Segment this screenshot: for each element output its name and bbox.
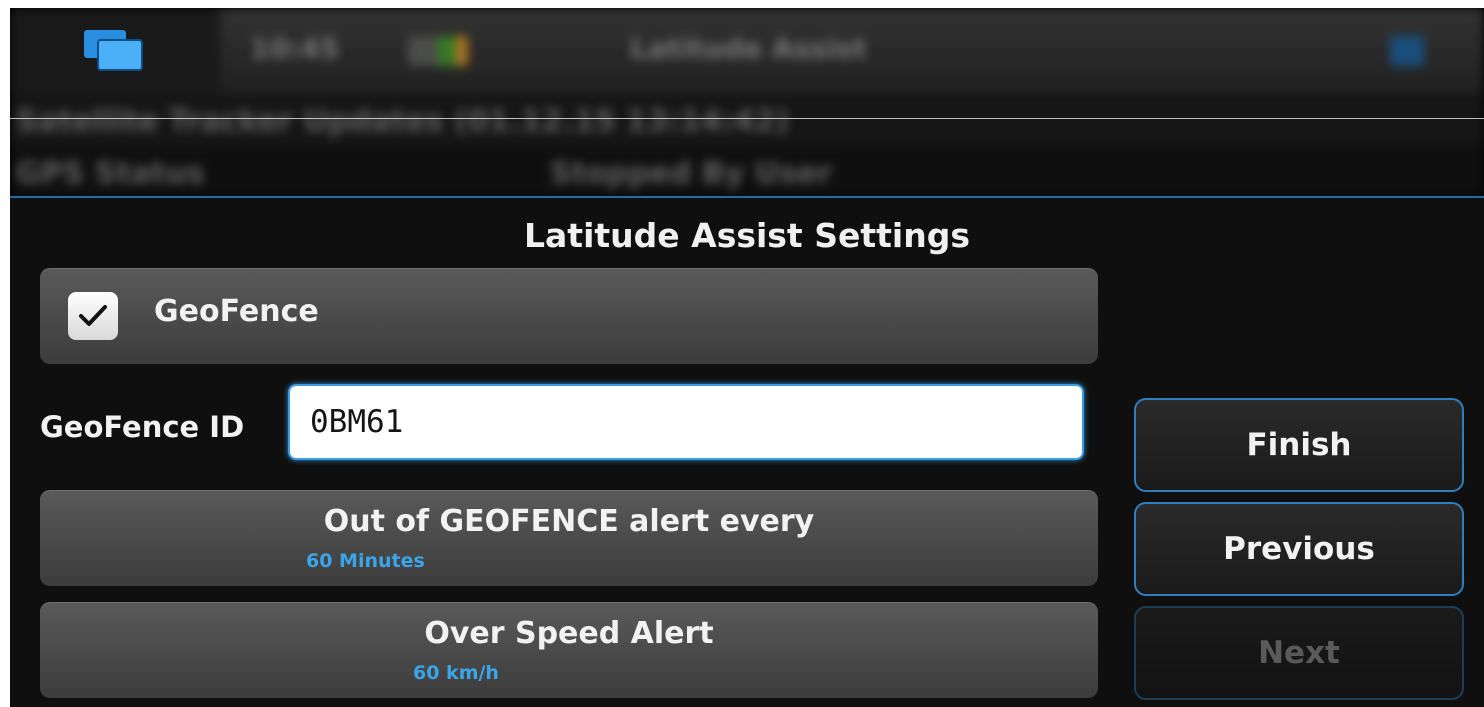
background-row-updates: Satellite Tracker Updates (01.12.15 13:1… [10, 94, 1484, 146]
out-of-geofence-alert-value: 60 Minutes [306, 550, 425, 572]
over-speed-alert-value: 60 km/h [413, 662, 499, 684]
geofence-id-input[interactable] [288, 384, 1084, 460]
dialog-title: Latitude Assist Settings [524, 216, 970, 255]
settings-dialog: Latitude Assist Settings GeoFence GeoFen… [10, 196, 1484, 707]
out-of-geofence-alert-setting[interactable]: Out of GEOFENCE alert every 60 Minutes [40, 490, 1098, 586]
over-speed-alert-setting[interactable]: Over Speed Alert 60 km/h [40, 602, 1098, 698]
geofence-checkbox-row[interactable]: GeoFence [40, 268, 1098, 364]
geofence-checkbox-label: GeoFence [154, 294, 319, 329]
finish-button[interactable]: Finish [1134, 398, 1464, 492]
background-row-gps: GPS Status Stopped By User [10, 146, 1484, 198]
geofence-checkbox[interactable] [68, 292, 118, 340]
app-switcher-icon[interactable] [82, 28, 146, 72]
previous-button[interactable]: Previous [1134, 502, 1464, 596]
divider [10, 118, 1484, 119]
over-speed-alert-title: Over Speed Alert [424, 616, 714, 651]
background-app-title: Latitude Assist [630, 32, 867, 65]
next-button[interactable]: Next [1134, 606, 1464, 700]
background-status-text: 10:45 [250, 32, 340, 65]
app-screen: 10:45 Latitude Assist Satellite Tracker … [10, 8, 1484, 707]
background-app: 10:45 Latitude Assist Satellite Tracker … [10, 8, 1484, 198]
menu-icon [1390, 36, 1424, 66]
checkmark-icon [79, 305, 107, 326]
out-of-geofence-alert-title: Out of GEOFENCE alert every [323, 504, 815, 539]
battery-icon [408, 36, 468, 66]
geofence-id-label: GeoFence ID [40, 410, 245, 444]
